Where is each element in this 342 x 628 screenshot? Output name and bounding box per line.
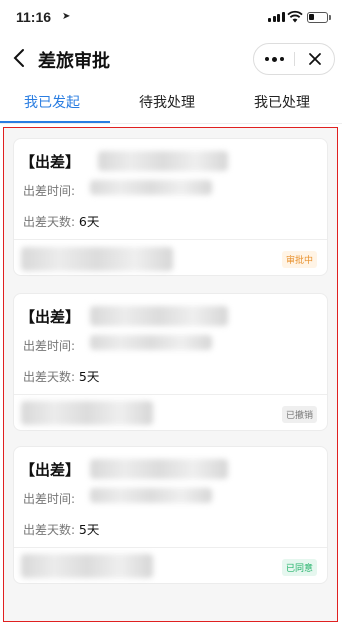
card-type: 【出差】 <box>20 461 81 479</box>
navigation-bar: 差旅审批 <box>0 34 342 84</box>
more-options-button[interactable] <box>254 44 294 74</box>
card-type: 【出差】 <box>20 153 81 171</box>
redacted-time <box>90 488 212 503</box>
redacted-title <box>98 151 228 171</box>
days-label: 出差天数: <box>23 523 76 537</box>
battery-icon <box>307 12 328 23</box>
status-badge: 已撤销 <box>281 406 317 423</box>
back-arrow-icon[interactable] <box>8 46 32 70</box>
close-icon <box>309 53 321 65</box>
days-label: 出差天数: <box>23 215 76 229</box>
time-label: 出差时间: <box>23 184 76 198</box>
time-label: 出差时间: <box>23 492 76 506</box>
cellular-signal-icon <box>268 12 285 22</box>
battery-tip <box>329 15 331 20</box>
page-title: 差旅审批 <box>38 51 110 72</box>
mini-program-capsule <box>253 43 335 75</box>
approval-card[interactable]: 【出差】 出差时间: 出差天数: 6天 审批中 <box>13 138 328 276</box>
redacted-time <box>90 180 212 195</box>
redacted-applicant <box>21 247 173 271</box>
redacted-title <box>90 459 228 479</box>
redacted-applicant <box>21 554 153 578</box>
days-label: 出差天数: <box>23 370 76 384</box>
days-value: 6天 <box>78 214 100 229</box>
status-badge: 审批中 <box>281 251 317 268</box>
approval-card[interactable]: 【出差】 出差时间: 出差天数: 5天 已撤销 <box>13 293 328 431</box>
tab-bar: 我已发起 待我处理 我已处理 <box>0 84 342 124</box>
redacted-applicant <box>21 401 153 425</box>
status-bar: 11:16 ➤ <box>0 0 342 34</box>
wifi-icon <box>287 10 303 23</box>
close-button[interactable] <box>295 44 335 74</box>
location-arrow-icon: ➤ <box>62 11 71 22</box>
active-tab-indicator <box>0 121 110 123</box>
redacted-title <box>90 306 228 326</box>
tab-pending[interactable]: 待我处理 <box>139 92 195 112</box>
status-time: 11:16 <box>16 9 52 25</box>
days-value: 5天 <box>78 369 100 384</box>
tab-initiated[interactable]: 我已发起 <box>24 92 80 112</box>
approval-list: 【出差】 出差时间: 出差天数: 6天 审批中 【出差】 出差时间: 出差天数:… <box>3 127 338 622</box>
days-row: 出差天数: 5天 <box>23 366 99 385</box>
tab-processed[interactable]: 我已处理 <box>254 92 310 112</box>
time-label: 出差时间: <box>23 339 76 353</box>
days-value: 5天 <box>78 522 100 537</box>
status-badge: 已同意 <box>281 559 317 576</box>
days-row: 出差天数: 5天 <box>23 519 99 538</box>
card-divider <box>14 239 327 240</box>
redacted-time <box>90 335 212 350</box>
days-row: 出差天数: 6天 <box>23 211 99 230</box>
card-divider <box>14 547 327 548</box>
card-type: 【出差】 <box>20 308 81 326</box>
card-divider <box>14 394 327 395</box>
approval-card[interactable]: 【出差】 出差时间: 出差天数: 5天 已同意 <box>13 446 328 584</box>
